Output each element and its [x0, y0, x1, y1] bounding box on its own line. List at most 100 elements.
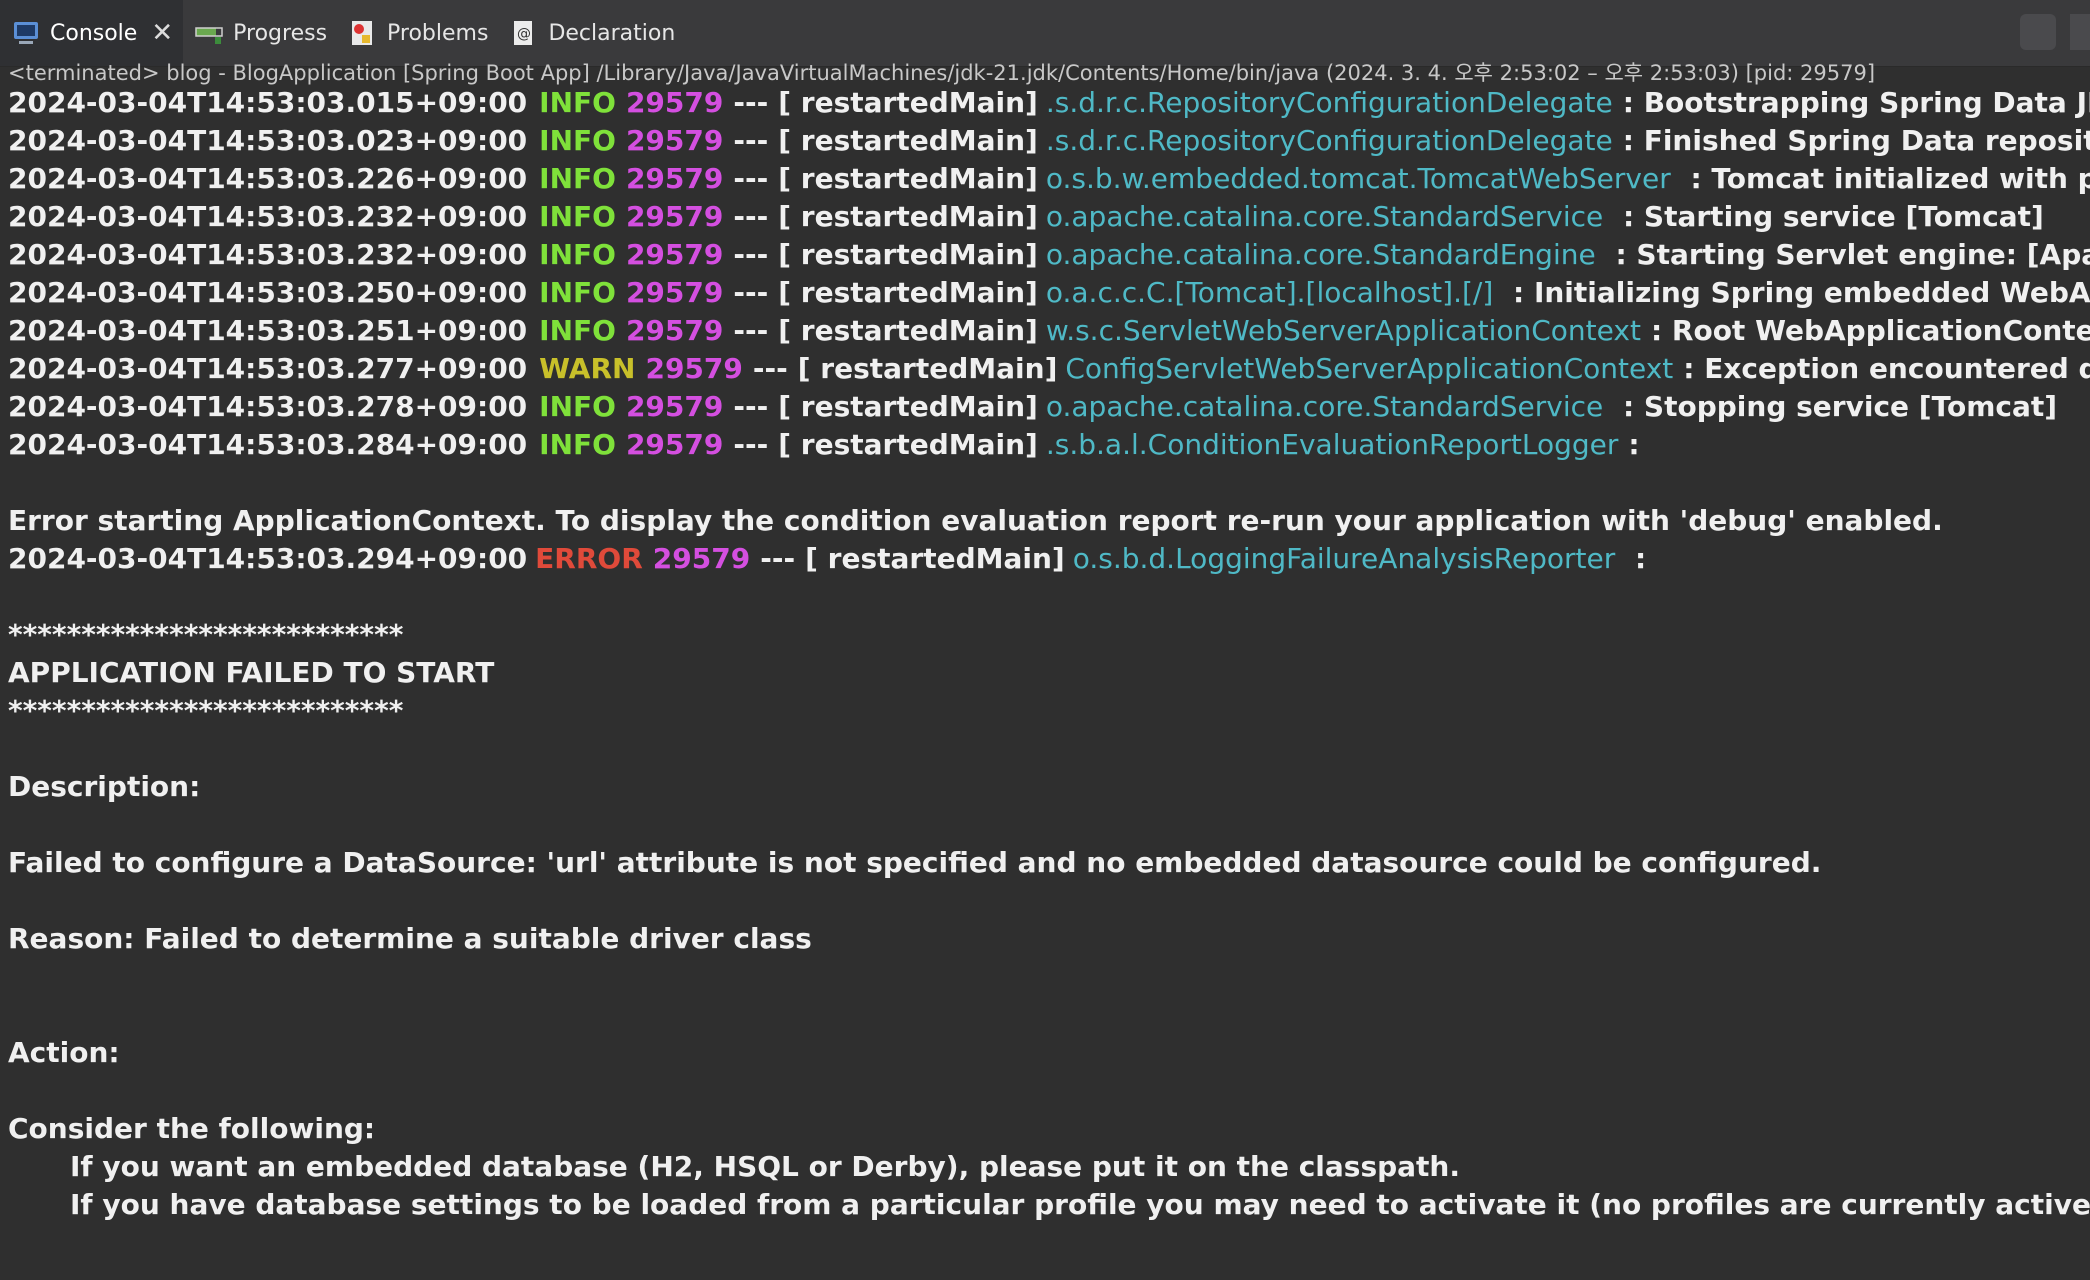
- log-thread: [ restartedMain]: [805, 542, 1065, 575]
- log-line: 2024-03-04T14:53:03.232+09:00 INFO 29579 --…: [0, 198, 2090, 236]
- log-thread: [ restartedMain]: [778, 428, 1038, 461]
- tab-declaration-label: Declaration: [548, 20, 676, 46]
- log-thread: [ restartedMain]: [778, 390, 1038, 423]
- log-message: : Bootstrapping Spring Data JPA reposito…: [1622, 86, 2090, 119]
- log-line: 2024-03-04T14:53:03.251+09:00 INFO 29579 --…: [0, 312, 2090, 350]
- view-tab-bar: Console ✕ Progress Problems @ Declaratio…: [0, 0, 2090, 67]
- description-text: Failed to configure a DataSource: 'url' …: [8, 846, 1822, 879]
- log-separator: ---: [733, 276, 769, 309]
- log-separator: ---: [752, 352, 788, 385]
- log-line: 2024-03-04T14:53:03.284+09:00 INFO 29579 --…: [0, 426, 2090, 464]
- log-logger-link[interactable]: o.a.c.c.C.[Tomcat].[localhost].[/]: [1046, 276, 1493, 309]
- log-logger-link[interactable]: o.s.b.w.embedded.tomcat.TomcatWebServer: [1046, 162, 1671, 195]
- console-icon: [12, 19, 40, 47]
- log-message: : Finished Spring Data repository scanni…: [1622, 124, 2090, 157]
- log-logger-link[interactable]: .s.d.r.c.RepositoryConfigurationDelegate: [1046, 86, 1613, 119]
- reason-text: Reason: Failed to determine a suitable d…: [8, 922, 812, 955]
- tab-console[interactable]: Console ✕: [0, 0, 184, 66]
- svg-text:@: @: [517, 26, 531, 42]
- tab-problems[interactable]: Problems: [337, 0, 498, 66]
- log-separator: ---: [733, 314, 769, 347]
- log-timestamp: 2024-03-04T14:53:03.277+09:00: [8, 352, 528, 385]
- log-timestamp: 2024-03-04T14:53:03.232+09:00: [8, 238, 528, 271]
- log-level: INFO: [539, 276, 616, 309]
- log-thread: [ restartedMain]: [778, 314, 1038, 347]
- log-line: 2024-03-04T14:53:03.226+09:00 INFO 29579 --…: [0, 160, 2090, 198]
- log-thread: [ restartedMain]: [778, 238, 1038, 271]
- log-logger-link[interactable]: o.apache.catalina.core.StandardService: [1046, 200, 1603, 233]
- error-context-line: Error starting ApplicationContext. To di…: [8, 504, 1943, 537]
- log-message: : Tomcat initialized with port 8080 (htt…: [1690, 162, 2090, 195]
- stars-bottom: ***************************: [8, 694, 404, 727]
- log-level: WARN: [539, 352, 636, 385]
- progress-icon: [195, 19, 223, 47]
- tab-problems-label: Problems: [387, 20, 489, 46]
- log-logger-link[interactable]: o.apache.catalina.core.StandardEngine: [1046, 238, 1596, 271]
- failed-title: APPLICATION FAILED TO START: [8, 656, 495, 689]
- log-level: ERROR: [535, 542, 643, 575]
- log-separator: ---: [733, 390, 769, 423]
- toolbar-overflow-icon[interactable]: [2070, 14, 2090, 50]
- description-label: Description:: [8, 770, 201, 803]
- log-level: INFO: [539, 314, 616, 347]
- log-pid: 29579: [625, 276, 724, 309]
- log-message: : Root WebApplicationContext: initializa…: [1650, 314, 2090, 347]
- log-message: : Starting Servlet engine: [Apache Tomca…: [1615, 238, 2090, 271]
- log-logger-link[interactable]: o.apache.catalina.core.StandardService: [1046, 390, 1603, 423]
- tab-progress[interactable]: Progress: [183, 0, 337, 66]
- log-logger-link[interactable]: .s.b.a.l.ConditionEvaluationReportLogger: [1046, 428, 1619, 461]
- tab-console-label: Console: [50, 20, 138, 46]
- log-thread: [ restartedMain]: [778, 276, 1038, 309]
- log-logger-link[interactable]: ConfigServletWebServerApplicationContext: [1065, 352, 1673, 385]
- log-separator: ---: [733, 200, 769, 233]
- console-output[interactable]: 2024-03-04T14:53:03.015+09:00 INFO 29579 --…: [0, 84, 2090, 1280]
- log-level: INFO: [539, 238, 616, 271]
- log-line: 2024-03-04T14:53:03.277+09:00 WARN 29579 --…: [0, 350, 2090, 388]
- log-logger-link[interactable]: .s.d.r.c.RepositoryConfigurationDelegate: [1046, 124, 1613, 157]
- consider-text: Consider the following:: [8, 1112, 376, 1145]
- log-timestamp: 2024-03-04T14:53:03.232+09:00: [8, 200, 528, 233]
- log-timestamp: 2024-03-04T14:53:03.251+09:00: [8, 314, 528, 347]
- log-pid: 29579: [625, 86, 724, 119]
- log-line: 2024-03-04T14:53:03.023+09:00 INFO 29579 --…: [0, 122, 2090, 160]
- log-line: 2024-03-04T14:53:03.232+09:00 INFO 29579 --…: [0, 236, 2090, 274]
- log-separator: ---: [733, 428, 769, 461]
- log-thread: [ restartedMain]: [778, 162, 1038, 195]
- log-logger-link[interactable]: w.s.c.ServletWebServerApplicationContext: [1046, 314, 1641, 347]
- tab-progress-label: Progress: [233, 20, 328, 46]
- log-timestamp: 2024-03-04T14:53:03.226+09:00: [8, 162, 528, 195]
- sync-icon[interactable]: [2020, 14, 2056, 50]
- log-pid: 29579: [625, 124, 724, 157]
- log-separator: ---: [733, 124, 769, 157]
- log-timestamp: 2024-03-04T14:53:03.284+09:00: [8, 428, 528, 461]
- log-line: 2024-03-04T14:53:03.278+09:00 INFO 29579 --…: [0, 388, 2090, 426]
- log-separator: ---: [733, 162, 769, 195]
- log-level: INFO: [539, 124, 616, 157]
- log-timestamp: 2024-03-04T14:53:03.294+09:00: [8, 542, 528, 575]
- action-item: If you have database settings to be load…: [70, 1188, 2090, 1221]
- log-logger-link[interactable]: o.s.b.d.LoggingFailureAnalysisReporter: [1073, 542, 1616, 575]
- log-line: 2024-03-04T14:53:03.015+09:00 INFO 29579 --…: [0, 84, 2090, 122]
- log-line: 2024-03-04T14:53:03.250+09:00 INFO 29579 --…: [0, 274, 2090, 312]
- close-icon[interactable]: ✕: [151, 20, 173, 46]
- log-level: INFO: [539, 200, 616, 233]
- log-separator: ---: [733, 86, 769, 119]
- log-level: INFO: [539, 86, 616, 119]
- log-pid: 29579: [625, 162, 724, 195]
- log-thread: [ restartedMain]: [797, 352, 1058, 385]
- tab-declaration[interactable]: @ Declaration: [498, 0, 685, 66]
- declaration-icon: @: [510, 19, 538, 47]
- log-timestamp: 2024-03-04T14:53:03.023+09:00: [8, 124, 528, 157]
- action-item: If you want an embedded database (H2, HS…: [70, 1150, 1461, 1183]
- log-timestamp: 2024-03-04T14:53:03.278+09:00: [8, 390, 528, 423]
- log-message: : Starting service [Tomcat]: [1613, 200, 2044, 233]
- log-pid: 29579: [625, 390, 724, 423]
- log-level: INFO: [539, 162, 616, 195]
- log-message: : Initializing Spring embedded WebApplic…: [1512, 276, 2090, 309]
- log-pid: 29579: [645, 352, 743, 385]
- log-line: 2024-03-04T14:53:03.294+09:00 ERROR 29579-…: [0, 540, 2090, 578]
- log-timestamp: 2024-03-04T14:53:03.250+09:00: [8, 276, 528, 309]
- log-thread: [ restartedMain]: [778, 200, 1038, 233]
- problems-icon: [349, 19, 377, 47]
- log-pid: 29579: [625, 314, 724, 347]
